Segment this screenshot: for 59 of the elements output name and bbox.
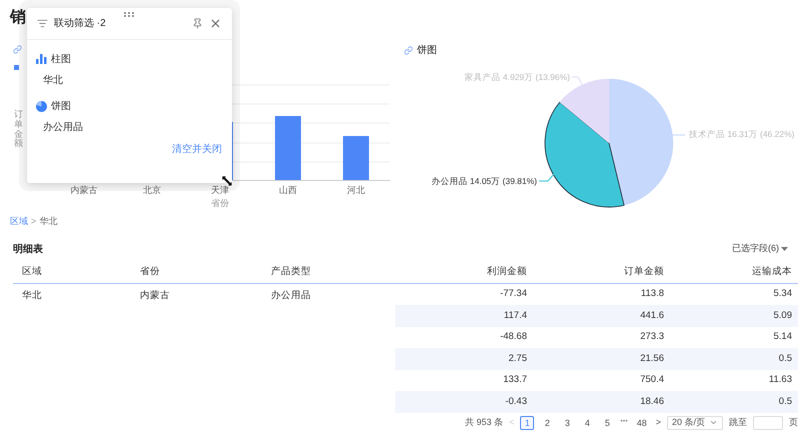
x-axis-label: 内蒙古 (70, 184, 98, 196)
table-cell: 2.75 (395, 348, 533, 370)
x-axis-label: 河北 (347, 184, 365, 196)
breadcrumb-link[interactable]: 区域 (10, 214, 28, 228)
page-title: 销 (10, 8, 26, 28)
bar-chart-icon (36, 54, 47, 64)
chart-title: 饼图 (417, 44, 437, 58)
table-cell: 0.5 (670, 348, 798, 370)
close-icon[interactable] (209, 17, 222, 30)
leader-line (538, 174, 554, 182)
x-axis-label: 山西 (279, 184, 297, 196)
filter-chart-name: 柱图 (51, 52, 71, 66)
x-axis-label: 天津 (211, 184, 229, 196)
filter-value: 办公用品 (43, 120, 83, 135)
filter-chart-name: 饼图 (51, 100, 71, 114)
pie-chart-icon (36, 100, 47, 112)
clear-and-close-link[interactable]: 清空并关闭 (172, 142, 222, 157)
table-title: 明细表 (13, 242, 43, 256)
next-page-button[interactable]: > (656, 416, 661, 430)
table-cell: 21.56 (533, 348, 670, 370)
table-cell: 内蒙古 (140, 290, 170, 300)
popup-title: 联动筛选 ·2 (54, 16, 106, 31)
breadcrumb-current: 华北 (39, 214, 58, 228)
column-header: 省份 (131, 262, 262, 284)
table-cell: 441.6 (533, 305, 670, 326)
page-suffix: 页 (789, 416, 798, 429)
total-count: 共 953 条 (465, 416, 504, 429)
slice-label: 技术产品 16.31万 (46.22%) (689, 129, 794, 139)
pin-icon[interactable] (192, 18, 203, 29)
breadcrumb-separator: > (31, 214, 36, 228)
column-header: 区域 (13, 262, 131, 284)
slice-label: 家具产品 4.929万 (13.96%) (464, 72, 570, 82)
caret-icon (781, 247, 788, 251)
page-size-select[interactable]: 20 条/页 (666, 416, 723, 430)
field-selector-dropdown[interactable]: 已选字段(6) (732, 242, 788, 256)
table-cell: 0.5 (670, 391, 798, 412)
slice-label: 办公用品 14.05万 (39.81%) (432, 176, 537, 186)
filter-icon (37, 18, 48, 29)
table-cell: 5.09 (670, 305, 798, 326)
page-jump-input[interactable] (753, 416, 783, 430)
table-cell: 117.4 (395, 305, 533, 326)
chevron-down-icon (709, 418, 718, 427)
pie-slice[interactable] (544, 102, 624, 208)
x-axis-title: 省份 (211, 197, 229, 210)
table-cell: -0.43 (395, 391, 533, 412)
x-axis-label: 北京 (143, 184, 161, 196)
jump-label: 跳至 (729, 416, 747, 429)
link-icon (13, 45, 22, 54)
leader-line (672, 134, 686, 136)
column-header: 产品类型 (262, 262, 395, 284)
y-axis-title: 订单金额 (14, 110, 23, 150)
table-cell: 18.46 (533, 391, 670, 412)
link-icon (404, 46, 413, 54)
leader-line (572, 76, 582, 84)
filter-value: 华北 (43, 74, 63, 88)
drag-handle-icon[interactable] (124, 12, 134, 17)
table-cell: 华北 (22, 290, 42, 300)
table-cell: 办公用品 (271, 290, 311, 300)
legend-marker-icon (14, 65, 19, 70)
